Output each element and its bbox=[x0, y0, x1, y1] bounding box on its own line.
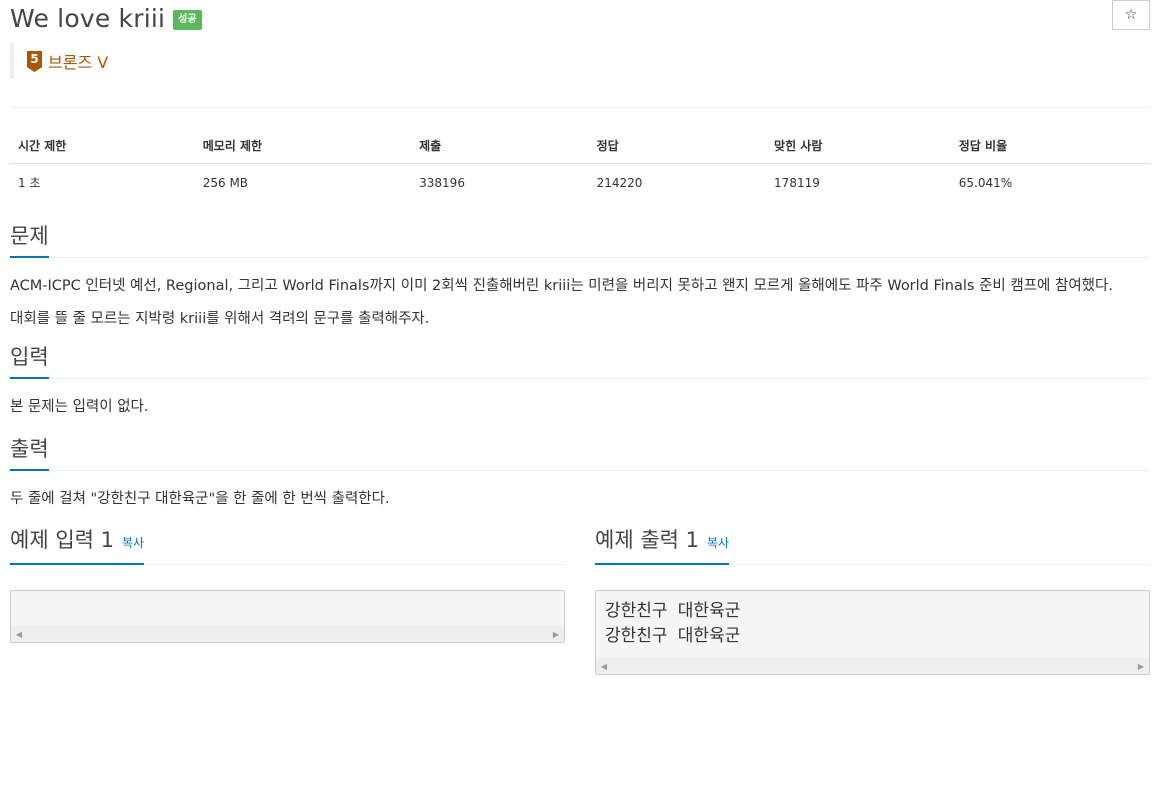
sample-input-heading: 예제 입력 1 bbox=[10, 528, 114, 552]
samples-row: 예제 입력 1 복사 ◀ ▶ 예제 출력 1 복사 강한친구 대한육군 강한친구 대… bbox=[10, 528, 1150, 675]
info-header-row: 시간 제한 메모리 제한 제출 정답 맞힌 사람 정답 비율 bbox=[10, 128, 1150, 164]
header-submissions: 제출 bbox=[411, 128, 589, 164]
header-accept-ratio: 정답 비율 bbox=[950, 128, 1150, 164]
scroll-left-arrow-icon[interactable]: ◀ bbox=[11, 626, 27, 642]
sample-input-header: 예제 입력 1 복사 bbox=[10, 528, 565, 565]
problem-info-table: 시간 제한 메모리 제한 제출 정답 맞힌 사람 정답 비율 1 초 256 M… bbox=[10, 128, 1150, 201]
sample-input-copy-link[interactable]: 복사 bbox=[122, 536, 144, 550]
sample-output-heading: 예제 출력 1 bbox=[595, 528, 699, 552]
scroll-right-arrow-icon[interactable]: ▶ bbox=[548, 626, 564, 642]
scroll-left-arrow-icon[interactable]: ◀ bbox=[596, 658, 612, 674]
sample-output-header: 예제 출력 1 복사 bbox=[595, 528, 1150, 565]
sample-output-copy-link[interactable]: 복사 bbox=[707, 536, 729, 550]
input-heading: 입력 bbox=[10, 343, 49, 379]
output-section-header: 출력 bbox=[10, 434, 1150, 471]
sample-output-content[interactable]: 강한친구 대한육군 강한친구 대한육군 bbox=[596, 591, 1149, 657]
star-icon: ☆ bbox=[1124, 7, 1138, 23]
divider bbox=[10, 107, 1150, 108]
input-description: 본 문제는 입력이 없다. bbox=[10, 399, 149, 415]
sample-input-content[interactable] bbox=[11, 591, 564, 625]
solved-users-value[interactable]: 178119 bbox=[766, 164, 951, 202]
sample-input-scrollbar[interactable]: ◀ ▶ bbox=[11, 625, 564, 642]
tier-label[interactable]: 브론즈 V bbox=[48, 49, 108, 73]
description-section-header: 문제 bbox=[10, 221, 1150, 258]
description-paragraph-2: 대회를 뜰 줄 모르는 지박령 kriii를 위해서 격려의 문구를 출력해주자… bbox=[10, 311, 430, 327]
output-description: 두 줄에 걸쳐 "강한친구 대한육군"을 한 줄에 한 번씩 출력한다. bbox=[10, 491, 390, 507]
bronze-tier-icon: 5 bbox=[27, 51, 42, 72]
problem-title: We love kriii bbox=[10, 3, 166, 33]
header-solved-users: 맞힌 사람 bbox=[766, 128, 951, 164]
memory-limit-value: 256 MB bbox=[202, 175, 249, 190]
sample-output-scrollbar[interactable]: ◀ ▶ bbox=[596, 657, 1149, 674]
submissions-value[interactable]: 338196 bbox=[411, 164, 588, 202]
sample-input-box[interactable]: ◀ ▶ bbox=[10, 590, 565, 643]
title-row: We love kriii 성공 bbox=[10, 0, 1150, 36]
accepted-value[interactable]: 214220 bbox=[589, 164, 766, 202]
tier-level: 5 bbox=[30, 52, 38, 66]
sample-input-heading-wrap: 예제 입력 1 복사 bbox=[10, 526, 145, 565]
accept-ratio-value: 65.041% bbox=[958, 175, 1013, 190]
scroll-right-arrow-icon[interactable]: ▶ bbox=[1133, 658, 1149, 674]
tier-block: 5 브론즈 V bbox=[10, 43, 1150, 79]
sample-output-heading-wrap: 예제 출력 1 복사 bbox=[595, 526, 730, 565]
description-heading: 문제 bbox=[10, 222, 49, 258]
time-limit-value: 1 초 bbox=[18, 176, 41, 190]
problem-page: We love kriii 성공 ☆ 5 브론즈 V 시간 제한 메모리 제한 … bbox=[0, 0, 1166, 803]
info-value-row: 1 초 256 MB 338196 214220 178119 65.041% bbox=[10, 164, 1150, 202]
header-memory-limit: 메모리 제한 bbox=[194, 128, 412, 164]
header-time-limit: 시간 제한 bbox=[10, 128, 195, 164]
status-badge: 성공 bbox=[173, 10, 202, 30]
sample-output-box[interactable]: 강한친구 대한육군 강한친구 대한육군 ◀ ▶ bbox=[595, 590, 1150, 675]
header-accepted: 정답 bbox=[588, 128, 767, 164]
sample-output-column: 예제 출력 1 복사 강한친구 대한육군 강한친구 대한육군 ◀ ▶ bbox=[595, 528, 1150, 675]
sample-input-column: 예제 입력 1 복사 ◀ ▶ bbox=[10, 528, 565, 675]
output-heading: 출력 bbox=[10, 435, 49, 471]
favorite-button[interactable]: ☆ bbox=[1112, 0, 1150, 30]
description-paragraph-1: ACM-ICPC 인터넷 예선, Regional, 그리고 World Fin… bbox=[10, 278, 1113, 294]
input-section-header: 입력 bbox=[10, 342, 1150, 379]
